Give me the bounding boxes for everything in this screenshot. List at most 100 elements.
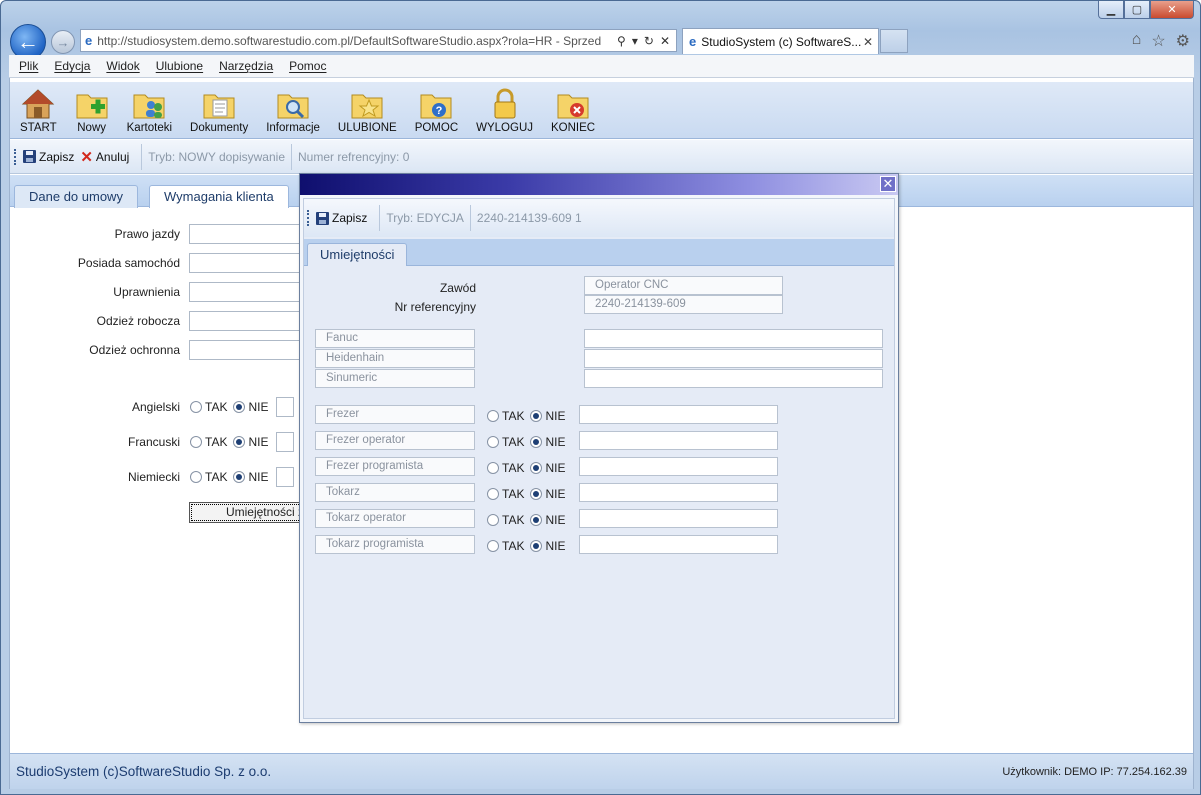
toolbar-pomoc[interactable]: ? POMOC <box>411 82 462 134</box>
action-bar: Zapisz ✕ Anuluj Tryb: NOWY dopisywanie N… <box>10 140 1193 174</box>
minimize-icon[interactable]: ▁ <box>1098 1 1124 19</box>
status-bar: StudioSystem (c)SoftwareStudio Sp. z o.o… <box>10 753 1193 789</box>
dropdown-icon[interactable]: ▾ <box>632 34 638 48</box>
radio-tak[interactable] <box>190 436 202 448</box>
radio-nie[interactable] <box>530 462 543 474</box>
control-input[interactable] <box>584 349 883 368</box>
skill-radio-group: TAK NIE <box>487 513 571 527</box>
radio-nie[interactable] <box>530 514 543 526</box>
dialog-titlebar[interactable]: ✕ <box>300 174 898 195</box>
radio-nie[interactable] <box>530 410 543 422</box>
skill-comment-input[interactable] <box>579 509 778 528</box>
radio-nie[interactable] <box>530 540 543 552</box>
stop-icon[interactable]: ✕ <box>660 34 670 48</box>
grip-handle[interactable] <box>307 210 310 226</box>
refresh-icon[interactable]: ↻ <box>644 34 654 48</box>
tab-dane-do-umowy[interactable]: Dane do umowy <box>14 185 138 208</box>
radio-nie[interactable] <box>233 436 246 448</box>
language-label: Angielski <box>131 400 180 414</box>
settings-gear-icon[interactable]: ⚙ <box>1176 31 1190 51</box>
save-button[interactable]: Zapisz <box>23 150 74 164</box>
radio-label: NIE <box>545 409 566 423</box>
radio-label: TAK <box>502 539 525 553</box>
menu-plik[interactable]: Plik <box>19 59 38 73</box>
radio-nie[interactable] <box>233 471 246 483</box>
cancel-button[interactable]: ✕ Anuluj <box>80 148 129 166</box>
control-field-heidenhain[interactable]: Heidenhain <box>315 349 475 368</box>
refno-field[interactable]: 2240-214139-609 <box>584 295 783 314</box>
toolbar-koniec[interactable]: KONIEC <box>547 82 599 134</box>
skill-comment-input[interactable] <box>579 431 778 450</box>
radio-nie[interactable] <box>530 436 543 448</box>
toolbar-nowy[interactable]: Nowy <box>71 82 113 134</box>
close-window-icon[interactable]: ✕ <box>1150 1 1194 19</box>
folder-users-icon <box>133 94 165 119</box>
dialog-save-button[interactable]: Zapisz <box>316 211 367 225</box>
toolbar-wyloguj[interactable]: WYLOGUJ <box>472 82 537 134</box>
favorites-star-icon[interactable]: ☆ <box>1151 31 1165 51</box>
toolbar-start[interactable]: START <box>16 82 61 134</box>
app-toolbar: START Nowy Kartoteki Dokumenty Informacj… <box>10 82 1193 139</box>
radio-tak[interactable] <box>190 401 202 413</box>
toolbar-ulubione[interactable]: ULUBIONE <box>334 82 401 134</box>
radio-nie[interactable] <box>530 488 543 500</box>
skill-name[interactable]: Frezer programista <box>315 457 475 476</box>
tab-wymagania-klienta[interactable]: Wymagania klienta <box>149 185 289 209</box>
control-field-sinumeric[interactable]: Sinumeric <box>315 369 475 388</box>
home-icon[interactable]: ⌂ <box>1132 31 1142 51</box>
skill-radio-group: TAK NIE <box>487 487 571 501</box>
browser-tab[interactable]: e StudioSystem (c) SoftwareS... ✕ <box>682 28 879 54</box>
skill-comment-input[interactable] <box>579 535 778 554</box>
search-icon[interactable]: ⚲ <box>617 34 626 48</box>
profession-field[interactable]: Operator CNC <box>584 276 783 295</box>
field-label: Posiada samochód <box>77 256 180 270</box>
tab-umiejetnosci[interactable]: Umiejętności <box>307 243 408 266</box>
skill-name[interactable]: Frezer <box>315 405 475 424</box>
language-comment-input[interactable] <box>276 467 295 487</box>
toolbar-label: ULUBIONE <box>337 122 397 134</box>
address-url[interactable]: http://studiosystem.demo.softwarestudio.… <box>97 34 611 48</box>
radio-tak[interactable] <box>487 410 499 422</box>
control-input[interactable] <box>584 329 883 348</box>
language-label: Francuski <box>127 435 180 449</box>
maximize-icon[interactable]: ▢ <box>1124 1 1150 19</box>
toolbar-informacje[interactable]: Informacje <box>262 82 324 134</box>
menu-widok[interactable]: Widok <box>106 59 139 73</box>
skill-name[interactable]: Tokarz operator <box>315 509 475 528</box>
menu-edycja[interactable]: Edycja <box>54 59 90 73</box>
language-comment-input[interactable] <box>276 432 295 452</box>
language-comment-input[interactable] <box>276 397 295 417</box>
radio-tak[interactable] <box>487 514 499 526</box>
skills-button[interactable]: Umiejętności z <box>189 502 309 523</box>
radio-tak[interactable] <box>487 436 499 448</box>
skill-name[interactable]: Tokarz <box>315 483 475 502</box>
radio-label: TAK <box>502 513 525 527</box>
menu-narzedzia[interactable]: Narzędzia <box>219 59 273 73</box>
ie-logo-icon: e <box>85 33 93 48</box>
grip-handle[interactable] <box>14 148 17 165</box>
forward-arrow-icon[interactable]: → <box>51 30 75 54</box>
radio-nie[interactable] <box>233 401 246 413</box>
toolbar-kartoteki[interactable]: Kartoteki <box>123 82 176 134</box>
skill-name[interactable]: Tokarz programista <box>315 535 475 554</box>
save-label: Zapisz <box>39 149 75 164</box>
skill-comment-input[interactable] <box>579 483 778 502</box>
radio-tak[interactable] <box>487 488 499 500</box>
radio-label: NIE <box>545 461 566 475</box>
save-label: Zapisz <box>332 211 368 225</box>
control-field-fanuc[interactable]: Fanuc <box>315 329 475 348</box>
address-bar[interactable]: e http://studiosystem.demo.softwarestudi… <box>80 29 677 52</box>
radio-tak[interactable] <box>487 462 499 474</box>
dialog-close-icon[interactable]: ✕ <box>880 176 896 192</box>
radio-tak[interactable] <box>487 540 499 552</box>
toolbar-dokumenty[interactable]: Dokumenty <box>186 82 252 134</box>
radio-tak[interactable] <box>190 471 202 483</box>
control-input[interactable] <box>584 369 883 388</box>
menu-pomoc[interactable]: Pomoc <box>289 59 326 73</box>
skill-comment-input[interactable] <box>579 457 778 476</box>
tab-close-icon[interactable]: ✕ <box>863 35 873 49</box>
skill-name[interactable]: Frezer operator <box>315 431 475 450</box>
menu-ulubione[interactable]: Ulubione <box>156 59 203 73</box>
skill-comment-input[interactable] <box>579 405 778 424</box>
new-tab-button[interactable] <box>880 29 908 53</box>
